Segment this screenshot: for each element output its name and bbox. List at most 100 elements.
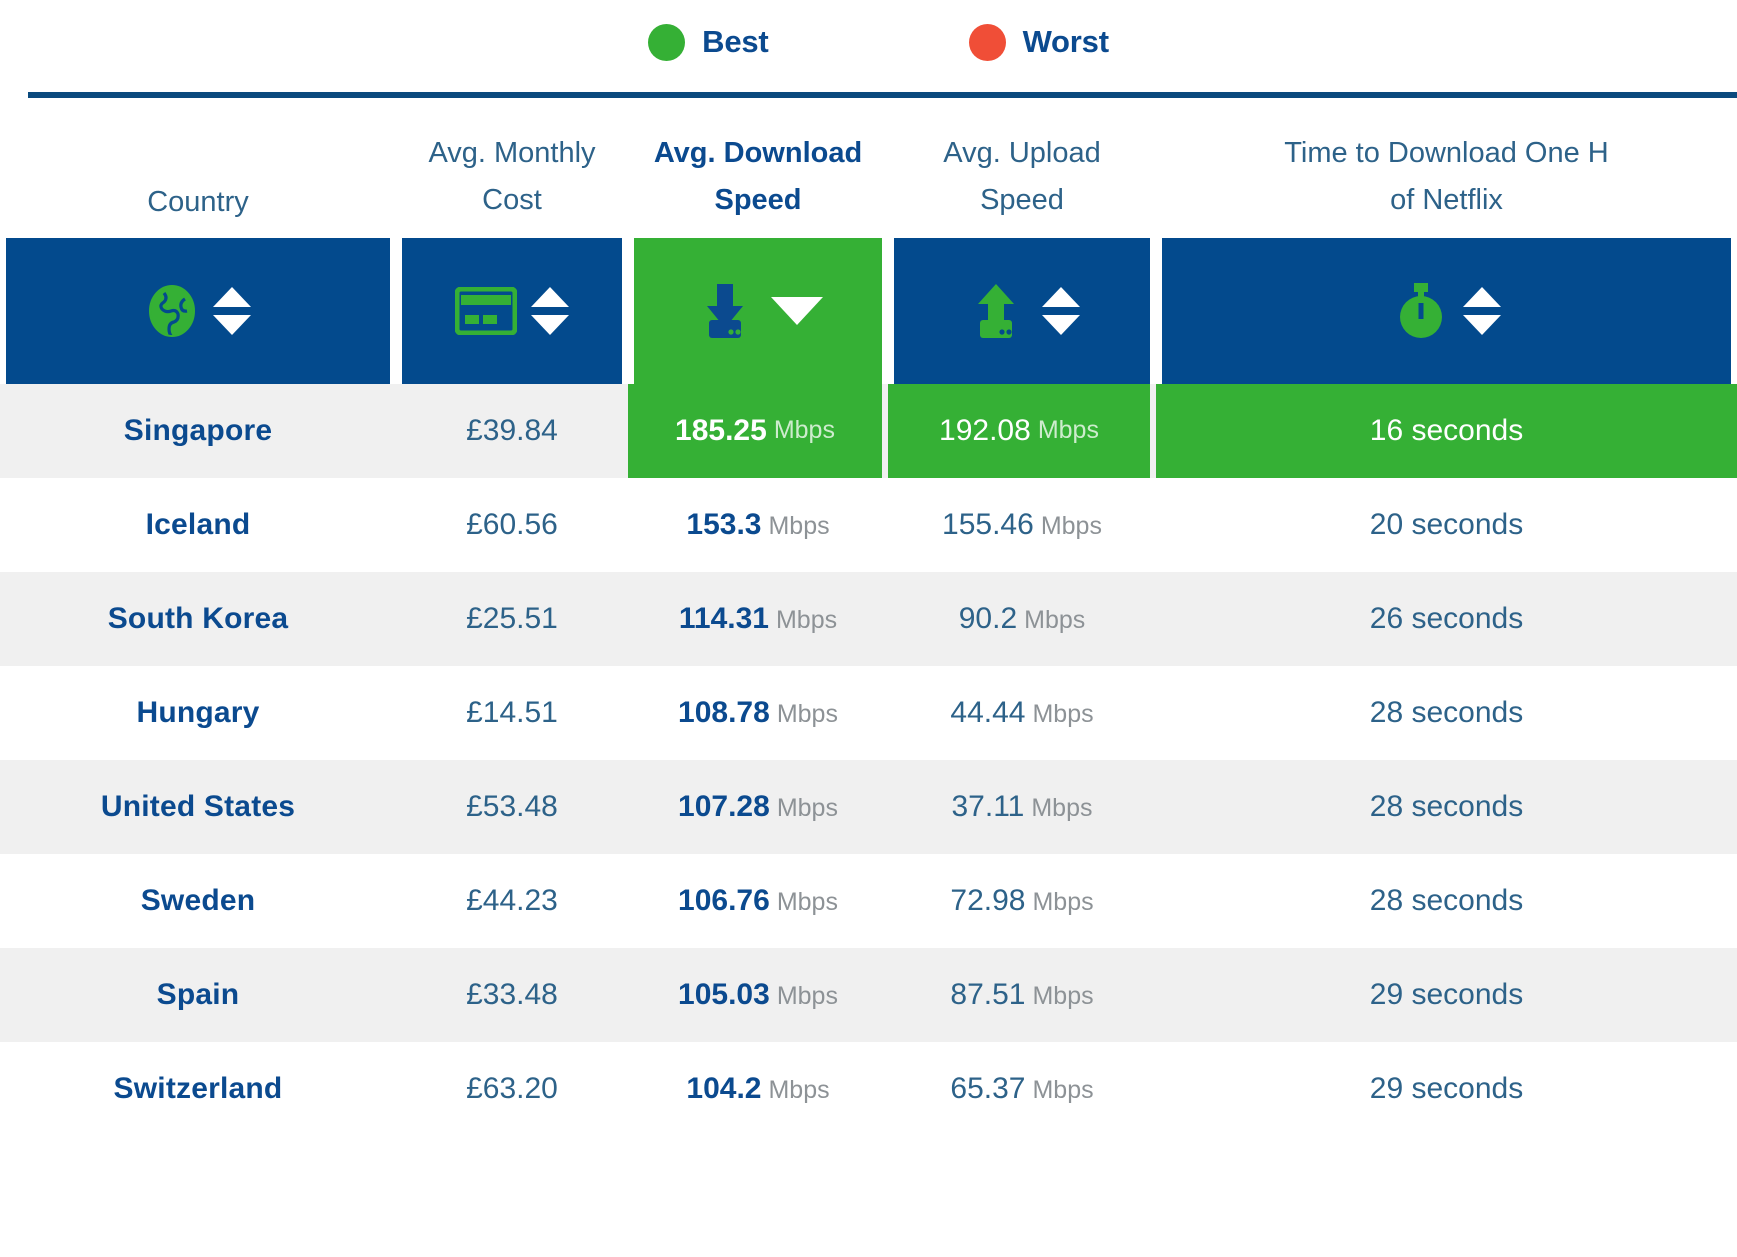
down-unit: Mbps xyxy=(768,1075,830,1104)
sort-descending-icon xyxy=(1462,314,1501,335)
sort-descending-icon xyxy=(213,314,251,335)
sort-cell-cost-wrap xyxy=(396,237,628,384)
cell-down: 108.78 Mbps xyxy=(628,666,888,760)
cell-cost: £33.48 xyxy=(466,977,558,1011)
header-divider xyxy=(28,92,1737,98)
column-header-upload: Avg. Upload Speed xyxy=(888,112,1156,238)
up-value: 37.11 xyxy=(951,789,1025,823)
up-unit: Mbps xyxy=(1032,1075,1094,1104)
legend-item-best: Best xyxy=(648,23,769,61)
column-header-download-line2: Speed xyxy=(714,183,802,216)
comparison-table-container: Country Avg. Monthly Cost Avg. Download … xyxy=(0,112,1737,1136)
sort-cell-time-wrap xyxy=(1156,237,1737,384)
table-row: Switzerland £63.20 104.2 Mbps 65.37 Mbps 29 se… xyxy=(0,1042,1737,1136)
sort-ascending-icon xyxy=(1462,286,1501,307)
column-header-country-line1: Country xyxy=(147,185,249,218)
cell-time: 28 seconds xyxy=(1369,695,1524,729)
up-value: 87.51 xyxy=(950,977,1026,1011)
down-unit: Mbps xyxy=(776,793,838,822)
column-header-upload-line2: Speed xyxy=(980,183,1064,216)
down-value: 107.28 xyxy=(678,789,770,823)
down-unit: Mbps xyxy=(776,699,838,728)
down-value: 185.25 xyxy=(675,413,767,447)
up-unit: Mbps xyxy=(1024,605,1086,634)
cell-cost: £53.48 xyxy=(466,789,558,823)
sort-descending-icon xyxy=(1042,314,1080,335)
column-header-cost-line1: Avg. Monthly xyxy=(428,137,596,169)
cell-up: 192.08 Mbps xyxy=(888,383,1156,478)
stopwatch-icon xyxy=(1393,282,1449,340)
cell-up: 65.37 Mbps xyxy=(888,1042,1156,1136)
sort-button-upload[interactable] xyxy=(894,237,1150,384)
up-unit: Mbps xyxy=(1037,416,1099,445)
up-unit: Mbps xyxy=(1031,793,1093,822)
up-value: 44.44 xyxy=(950,695,1026,729)
down-value: 108.78 xyxy=(678,695,770,729)
down-unit: Mbps xyxy=(768,511,830,540)
column-header-time-line2: of Netflix xyxy=(1390,183,1503,216)
cell-cost: £39.84 xyxy=(466,413,558,447)
cell-time: 20 seconds xyxy=(1369,507,1524,541)
cell-down: 114.31 Mbps xyxy=(628,572,888,666)
table-header-labels: Country Avg. Monthly Cost Avg. Download … xyxy=(0,112,1737,238)
cell-time: 26 seconds xyxy=(1369,601,1524,635)
cell-down: 104.2 Mbps xyxy=(628,1042,888,1136)
cell-cost: £14.51 xyxy=(466,695,558,729)
column-header-download-line1: Avg. Download xyxy=(653,137,863,169)
column-header-download: Avg. Download Speed xyxy=(628,112,888,238)
best-dot-icon xyxy=(648,23,686,61)
legend-worst-label: Worst xyxy=(1022,24,1109,59)
sort-arrows-download xyxy=(771,296,823,325)
cell-time: 28 seconds xyxy=(1369,789,1524,823)
up-unit: Mbps xyxy=(1040,511,1102,540)
down-value: 114.31 xyxy=(678,601,769,635)
time-value: 16 seconds xyxy=(1156,383,1737,478)
download-icon xyxy=(693,282,757,340)
table-row: Iceland £60.56 153.3 Mbps 155.46 Mbps 20 secon… xyxy=(0,478,1737,572)
upload-icon xyxy=(964,282,1028,340)
cell-country: Spain xyxy=(156,977,240,1011)
cell-country: South Korea xyxy=(107,601,289,635)
cell-country: Switzerland xyxy=(113,1071,283,1105)
up-value: 192.08 xyxy=(939,413,1031,447)
cell-up: 37.11 Mbps xyxy=(888,760,1156,854)
cell-up: 72.98 Mbps xyxy=(888,854,1156,948)
cell-up: 87.51 Mbps xyxy=(888,948,1156,1042)
sort-button-country[interactable] xyxy=(6,237,390,384)
table-row: South Korea £25.51 114.31 Mbps 90.2 Mbps 26 se… xyxy=(0,571,1737,666)
up-value: 90.2 xyxy=(958,601,1018,635)
down-value: 153.3 xyxy=(686,507,762,541)
table-row: Singapore £39.84 185.25 Mbps 192.08 Mbps 16 se… xyxy=(0,383,1737,478)
down-value: 104.2 xyxy=(686,1071,762,1105)
sort-cell-download-wrap xyxy=(628,237,888,384)
table-body: Singapore £39.84 185.25 Mbps 192.08 Mbps 16 se… xyxy=(0,383,1737,1136)
sort-arrows-time xyxy=(1462,286,1501,335)
table-row: Sweden £44.23 106.76 Mbps 72.98 Mbps 28 second… xyxy=(0,854,1737,948)
column-header-upload-line1: Avg. Upload xyxy=(943,137,1101,169)
sort-button-download[interactable] xyxy=(634,237,882,384)
column-header-time-line1: Time to Download One H xyxy=(1284,137,1609,169)
sort-button-cost[interactable] xyxy=(402,237,622,384)
cell-up: 155.46 Mbps xyxy=(888,478,1156,572)
legend-item-worst: Worst xyxy=(968,23,1109,61)
sort-descending-icon xyxy=(771,296,823,325)
cell-cost: £25.51 xyxy=(466,601,558,635)
up-value: 65.37 xyxy=(950,1071,1026,1105)
table-sort-controls xyxy=(0,237,1737,384)
down-unit: Mbps xyxy=(776,887,838,916)
down-value: 105.03 xyxy=(678,977,770,1011)
cell-down: 105.03 Mbps xyxy=(628,948,888,1042)
cell-cost: £63.20 xyxy=(466,1071,558,1105)
cell-down: 185.25 Mbps xyxy=(628,383,888,478)
up-unit: Mbps xyxy=(1032,699,1094,728)
column-header-cost: Avg. Monthly Cost xyxy=(396,112,628,238)
down-unit: Mbps xyxy=(776,981,838,1010)
down-unit: Mbps xyxy=(775,605,838,634)
credit-card-icon xyxy=(454,286,518,336)
sort-arrows-upload xyxy=(1042,286,1080,335)
legend: Best Worst xyxy=(0,0,1737,78)
table-row: Hungary £14.51 108.78 Mbps 44.44 Mbps 28 secon… xyxy=(0,666,1737,760)
sort-button-time[interactable] xyxy=(1162,237,1731,384)
cell-up: 90.2 Mbps xyxy=(888,572,1156,666)
cell-time: 29 seconds xyxy=(1369,977,1524,1011)
